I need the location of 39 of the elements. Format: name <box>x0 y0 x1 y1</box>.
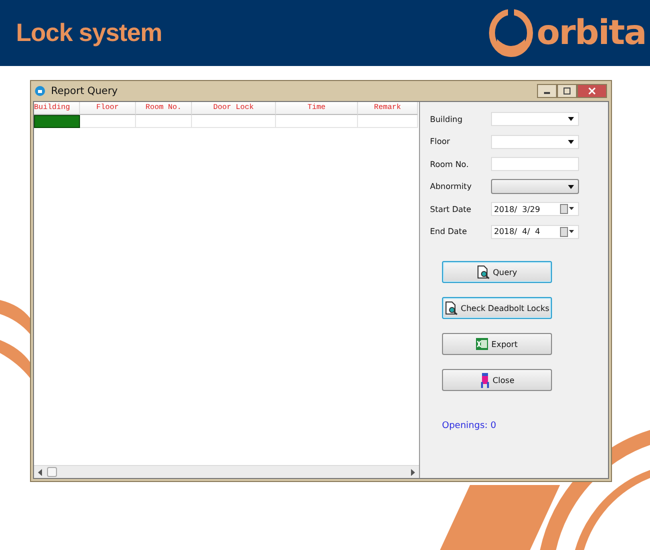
field-label: Start Date <box>430 204 472 214</box>
close-icon <box>588 87 596 95</box>
input-field[interactable] <box>491 157 579 172</box>
calendar-dropdown-icon <box>560 226 574 237</box>
logo-text: orbita <box>536 13 646 53</box>
document-search-icon <box>476 265 490 279</box>
action-button[interactable]: Close <box>442 369 552 391</box>
figure-icon <box>480 372 490 388</box>
table-cell[interactable] <box>34 115 80 128</box>
field-label: End Date <box>430 227 468 236</box>
date-field[interactable]: 2018/ 3/29 <box>491 202 579 216</box>
maximize-button[interactable] <box>557 84 577 98</box>
dropdown-arrow-icon <box>568 140 574 144</box>
page-title: Lock system <box>16 18 162 48</box>
document-search-icon <box>444 301 458 315</box>
scroll-left-icon <box>38 468 43 476</box>
action-button[interactable]: Check Deadbolt Locks <box>442 297 552 319</box>
field-label: Floor <box>430 137 451 146</box>
horizontal-scrollbar[interactable] <box>34 465 419 478</box>
openings-count: Openings: 0 <box>441 421 498 431</box>
spreadsheet-icon <box>476 338 488 350</box>
date-field[interactable]: 2018/ 4/ 4 <box>491 224 579 239</box>
calendar-dropdown-icon <box>560 204 574 214</box>
action-button[interactable]: Export <box>442 333 552 355</box>
field-label: Room No. <box>430 160 470 169</box>
dropdown-field[interactable] <box>491 179 579 194</box>
field-label: Abnormity <box>430 182 473 192</box>
close-button[interactable] <box>577 84 607 98</box>
ring-logo-icon <box>488 9 533 57</box>
field-label: Building <box>430 114 464 124</box>
action-button[interactable]: Query <box>442 261 552 283</box>
dropdown-arrow-icon <box>568 117 574 122</box>
window-title: Report Query <box>51 86 118 96</box>
scrollbar-thumb[interactable] <box>47 467 57 477</box>
dropdown-arrow-icon <box>568 184 574 189</box>
scroll-right-icon <box>410 468 415 476</box>
minimize-button[interactable] <box>537 84 557 98</box>
maximize-icon <box>563 87 571 95</box>
app-icon <box>35 86 45 96</box>
